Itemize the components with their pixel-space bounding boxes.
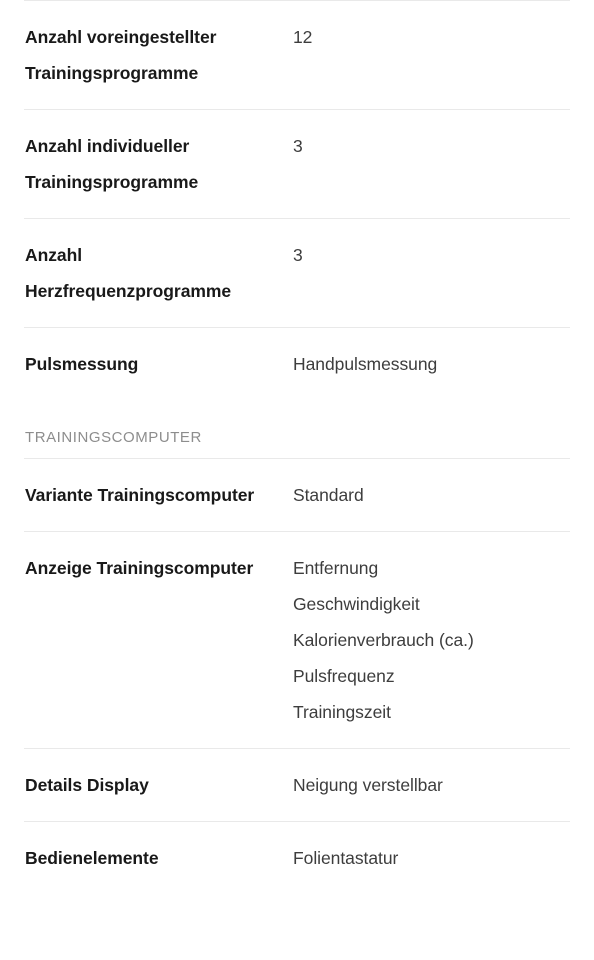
spec-value-line: Trainingszeit bbox=[293, 702, 391, 722]
spec-value: Handpulsmessung bbox=[293, 346, 570, 382]
table-row: Anzeige Trainingscomputer Entfernung Ges… bbox=[0, 532, 594, 748]
spec-label: Anzeige Trainingscomputer bbox=[25, 558, 254, 578]
spec-label: Variante Trainingscomputer bbox=[25, 485, 255, 505]
spec-value-line: Entfernung bbox=[293, 558, 379, 578]
spec-label: Bedienelemente bbox=[25, 848, 159, 868]
spec-label: Pulsmessung bbox=[25, 354, 139, 374]
table-row: Pulsmessung Handpulsmessung bbox=[0, 328, 594, 400]
spec-label: Anzahl Herzfrequenzprogramme bbox=[25, 245, 232, 301]
spec-value: 12 bbox=[293, 19, 570, 55]
table-row: Bedienelemente Folientastatur bbox=[0, 822, 594, 894]
table-row: Anzahl Herzfrequenzprogramme 3 bbox=[0, 219, 594, 327]
spec-value: 3 bbox=[293, 237, 570, 273]
spec-value-line: 3 bbox=[293, 245, 303, 265]
spec-label: Anzahl voreingestellter Trainingsprogram… bbox=[25, 27, 217, 83]
spec-value-line: Geschwindigkeit bbox=[293, 594, 420, 614]
spec-value: 3 bbox=[293, 128, 570, 164]
spec-value: Folientastatur bbox=[293, 840, 570, 876]
spec-value-line: Standard bbox=[293, 485, 364, 505]
spec-label: Anzahl individueller Trainingsprogramme bbox=[25, 136, 199, 192]
spec-value-line: Kalorienverbrauch (ca.) bbox=[293, 630, 474, 650]
section-header: TRAININGSCOMPUTER bbox=[25, 429, 202, 446]
table-row: Anzahl voreingestellter Trainingsprogram… bbox=[0, 1, 594, 109]
spec-section-trainingscomputer: TRAININGSCOMPUTER Variante Trainingscomp… bbox=[0, 400, 594, 894]
spec-value-line: Pulsfrequenz bbox=[293, 666, 395, 686]
spec-value-line: 3 bbox=[293, 136, 303, 156]
spec-section-specs-top: Anzahl voreingestellter Trainingsprogram… bbox=[0, 1, 594, 400]
table-row: Details Display Neigung verstellbar bbox=[0, 749, 594, 821]
product-specifications-table: Anzahl voreingestellter Trainingsprogram… bbox=[0, 0, 594, 894]
spec-value-line: Neigung verstellbar bbox=[293, 775, 443, 795]
spec-label: Details Display bbox=[25, 775, 149, 795]
table-row: Anzahl individueller Trainingsprogramme … bbox=[0, 110, 594, 218]
spec-value: Neigung verstellbar bbox=[293, 767, 570, 803]
spec-value: Entfernung Geschwindigkeit Kalorienverbr… bbox=[293, 550, 570, 730]
spec-value: Standard bbox=[293, 477, 570, 513]
spec-value-line: Folientastatur bbox=[293, 848, 399, 868]
table-row: Variante Trainingscomputer Standard bbox=[0, 459, 594, 531]
spec-value-line: Handpulsmessung bbox=[293, 354, 438, 374]
spec-value-line: 12 bbox=[293, 27, 313, 47]
